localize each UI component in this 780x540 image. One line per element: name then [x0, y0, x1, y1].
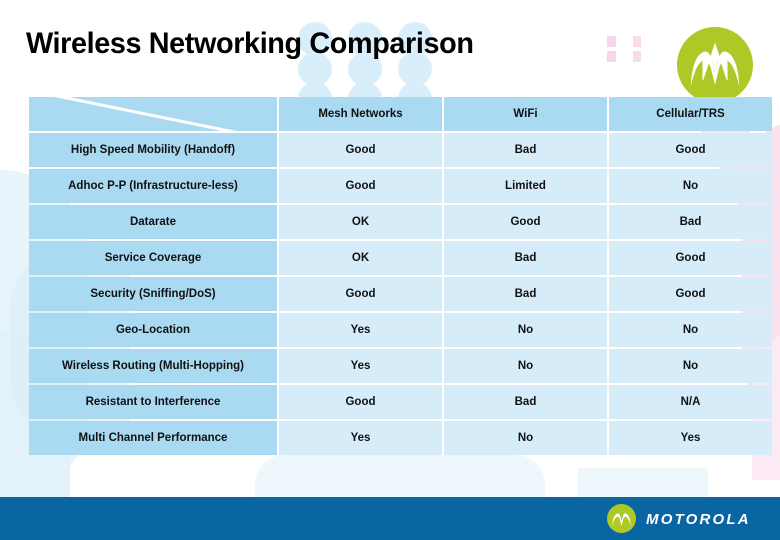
cell-value: Bad [444, 385, 607, 419]
table-row: High Speed Mobility (Handoff) Good Bad Good [29, 133, 772, 167]
table-row: Datarate OK Good Bad [29, 205, 772, 239]
cell-value: No [444, 313, 607, 347]
cell-value: OK [279, 241, 442, 275]
table-row: Security (Sniffing/DoS) Good Bad Good [29, 277, 772, 311]
decor-pink-dot [607, 36, 616, 47]
column-header-wifi: WiFi [444, 97, 607, 131]
table-row: Resistant to Interference Good Bad N/A [29, 385, 772, 419]
row-label: Resistant to Interference [29, 385, 277, 419]
row-label: Multi Channel Performance [29, 421, 277, 455]
row-label: Adhoc P-P (Infrastructure-less) [29, 169, 277, 203]
cell-value: Good [609, 133, 772, 167]
motorola-logo-footer [607, 504, 636, 533]
cell-value: No [444, 421, 607, 455]
comparison-table: Mesh Networks WiFi Cellular/TRS High Spe… [27, 95, 774, 457]
cell-value: N/A [609, 385, 772, 419]
column-header-cellular-trs: Cellular/TRS [609, 97, 772, 131]
cell-value: No [609, 313, 772, 347]
cell-value: No [609, 349, 772, 383]
cell-value: Yes [279, 421, 442, 455]
cell-value: Yes [279, 313, 442, 347]
slide-title: Wireless Networking Comparison [26, 27, 474, 60]
table-row: Service Coverage OK Bad Good [29, 241, 772, 275]
motorola-batwing-icon [677, 27, 753, 103]
row-label: Security (Sniffing/DoS) [29, 277, 277, 311]
row-label: Service Coverage [29, 241, 277, 275]
cell-value: OK [279, 205, 442, 239]
row-label: Wireless Routing (Multi-Hopping) [29, 349, 277, 383]
cell-value: Yes [609, 421, 772, 455]
decor-pink-dot [607, 51, 616, 62]
motorola-wordmark: MOTOROLA [646, 511, 751, 528]
cell-value: Good [279, 169, 442, 203]
cell-value: No [444, 349, 607, 383]
decor-pink-dot [633, 51, 641, 62]
slide-canvas: Wireless Networking Comparison Mesh Netw… [0, 0, 780, 540]
cell-value: Yes [279, 349, 442, 383]
table-row: Multi Channel Performance Yes No Yes [29, 421, 772, 455]
cell-value: No [609, 169, 772, 203]
cell-value: Bad [609, 205, 772, 239]
decor-pink-dot [633, 36, 641, 47]
cell-value: Good [279, 277, 442, 311]
cell-value: Good [279, 133, 442, 167]
table-body: High Speed Mobility (Handoff) Good Bad Good… [29, 133, 772, 455]
table-header: Mesh Networks WiFi Cellular/TRS [29, 97, 772, 131]
cell-value: Good [444, 205, 607, 239]
row-label: High Speed Mobility (Handoff) [29, 133, 277, 167]
cell-value: Bad [444, 277, 607, 311]
motorola-batwing-icon [607, 504, 636, 533]
cell-value: Good [609, 241, 772, 275]
cell-value: Bad [444, 241, 607, 275]
cell-value: Good [279, 385, 442, 419]
cell-value: Good [609, 277, 772, 311]
row-label: Geo-Location [29, 313, 277, 347]
motorola-logo-top [677, 27, 753, 103]
table-row: Adhoc P-P (Infrastructure-less) Good Limit… [29, 169, 772, 203]
cell-value: Limited [444, 169, 607, 203]
table-row: Wireless Routing (Multi-Hopping) Yes No No [29, 349, 772, 383]
column-header-mesh-networks: Mesh Networks [279, 97, 442, 131]
table-corner-cell [29, 97, 277, 131]
table-header-row: Mesh Networks WiFi Cellular/TRS [29, 97, 772, 131]
cell-value: Bad [444, 133, 607, 167]
row-label: Datarate [29, 205, 277, 239]
table-row: Geo-Location Yes No No [29, 313, 772, 347]
diagonal-slash-icon [29, 97, 277, 131]
